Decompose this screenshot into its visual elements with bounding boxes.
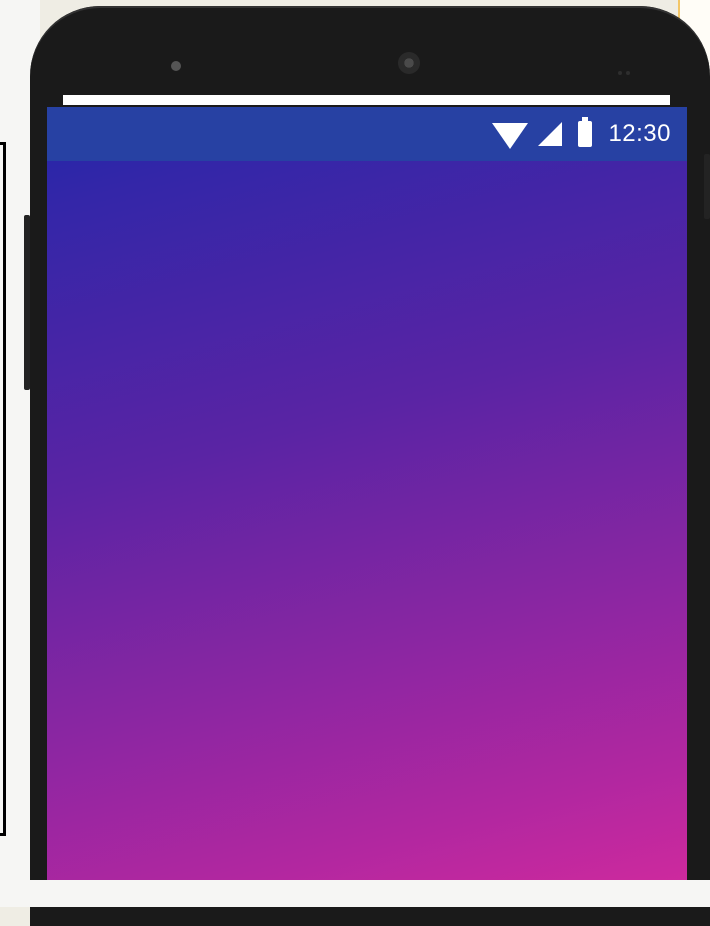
sensor-dots (618, 62, 636, 75)
front-camera-icon (171, 61, 181, 71)
screen-top-bezel (63, 95, 670, 105)
wifi-icon (492, 123, 529, 149)
signal-icon (538, 122, 563, 146)
status-bar: 12:30 (47, 107, 687, 161)
left-side-panel (0, 142, 6, 836)
battery-icon (578, 117, 593, 147)
status-time: 12:30 (608, 120, 671, 147)
phone-power-button (704, 154, 710, 219)
page-bottom-strip (0, 880, 710, 907)
earpiece-speaker-icon (398, 52, 420, 74)
phone-screen[interactable]: 12:30 (47, 107, 687, 907)
